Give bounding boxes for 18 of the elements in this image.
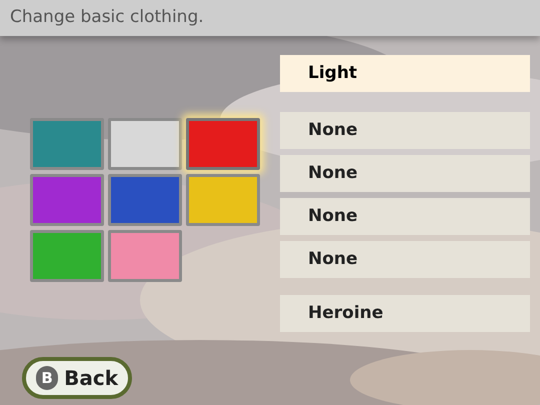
color-swatch[interactable]	[108, 230, 182, 282]
back-button[interactable]: B Back	[22, 357, 132, 399]
option-row[interactable]: None	[280, 155, 530, 192]
color-swatch[interactable]	[108, 118, 182, 170]
back-label: Back	[64, 365, 118, 392]
option-row[interactable]: None	[280, 112, 530, 149]
instruction-text: Change basic clothing.	[10, 6, 204, 30]
color-swatch[interactable]	[108, 174, 182, 226]
color-swatch[interactable]	[30, 230, 104, 282]
color-swatch[interactable]	[30, 174, 104, 226]
option-row[interactable]: None	[280, 241, 530, 278]
option-row[interactable]: Light	[280, 55, 530, 92]
b-button-glyph: B	[36, 366, 58, 390]
color-swatch[interactable]	[186, 118, 260, 170]
option-row[interactable]: Heroine	[280, 295, 530, 332]
color-swatch[interactable]	[30, 118, 104, 170]
option-row[interactable]: None	[280, 198, 530, 235]
color-swatch[interactable]	[186, 174, 260, 226]
